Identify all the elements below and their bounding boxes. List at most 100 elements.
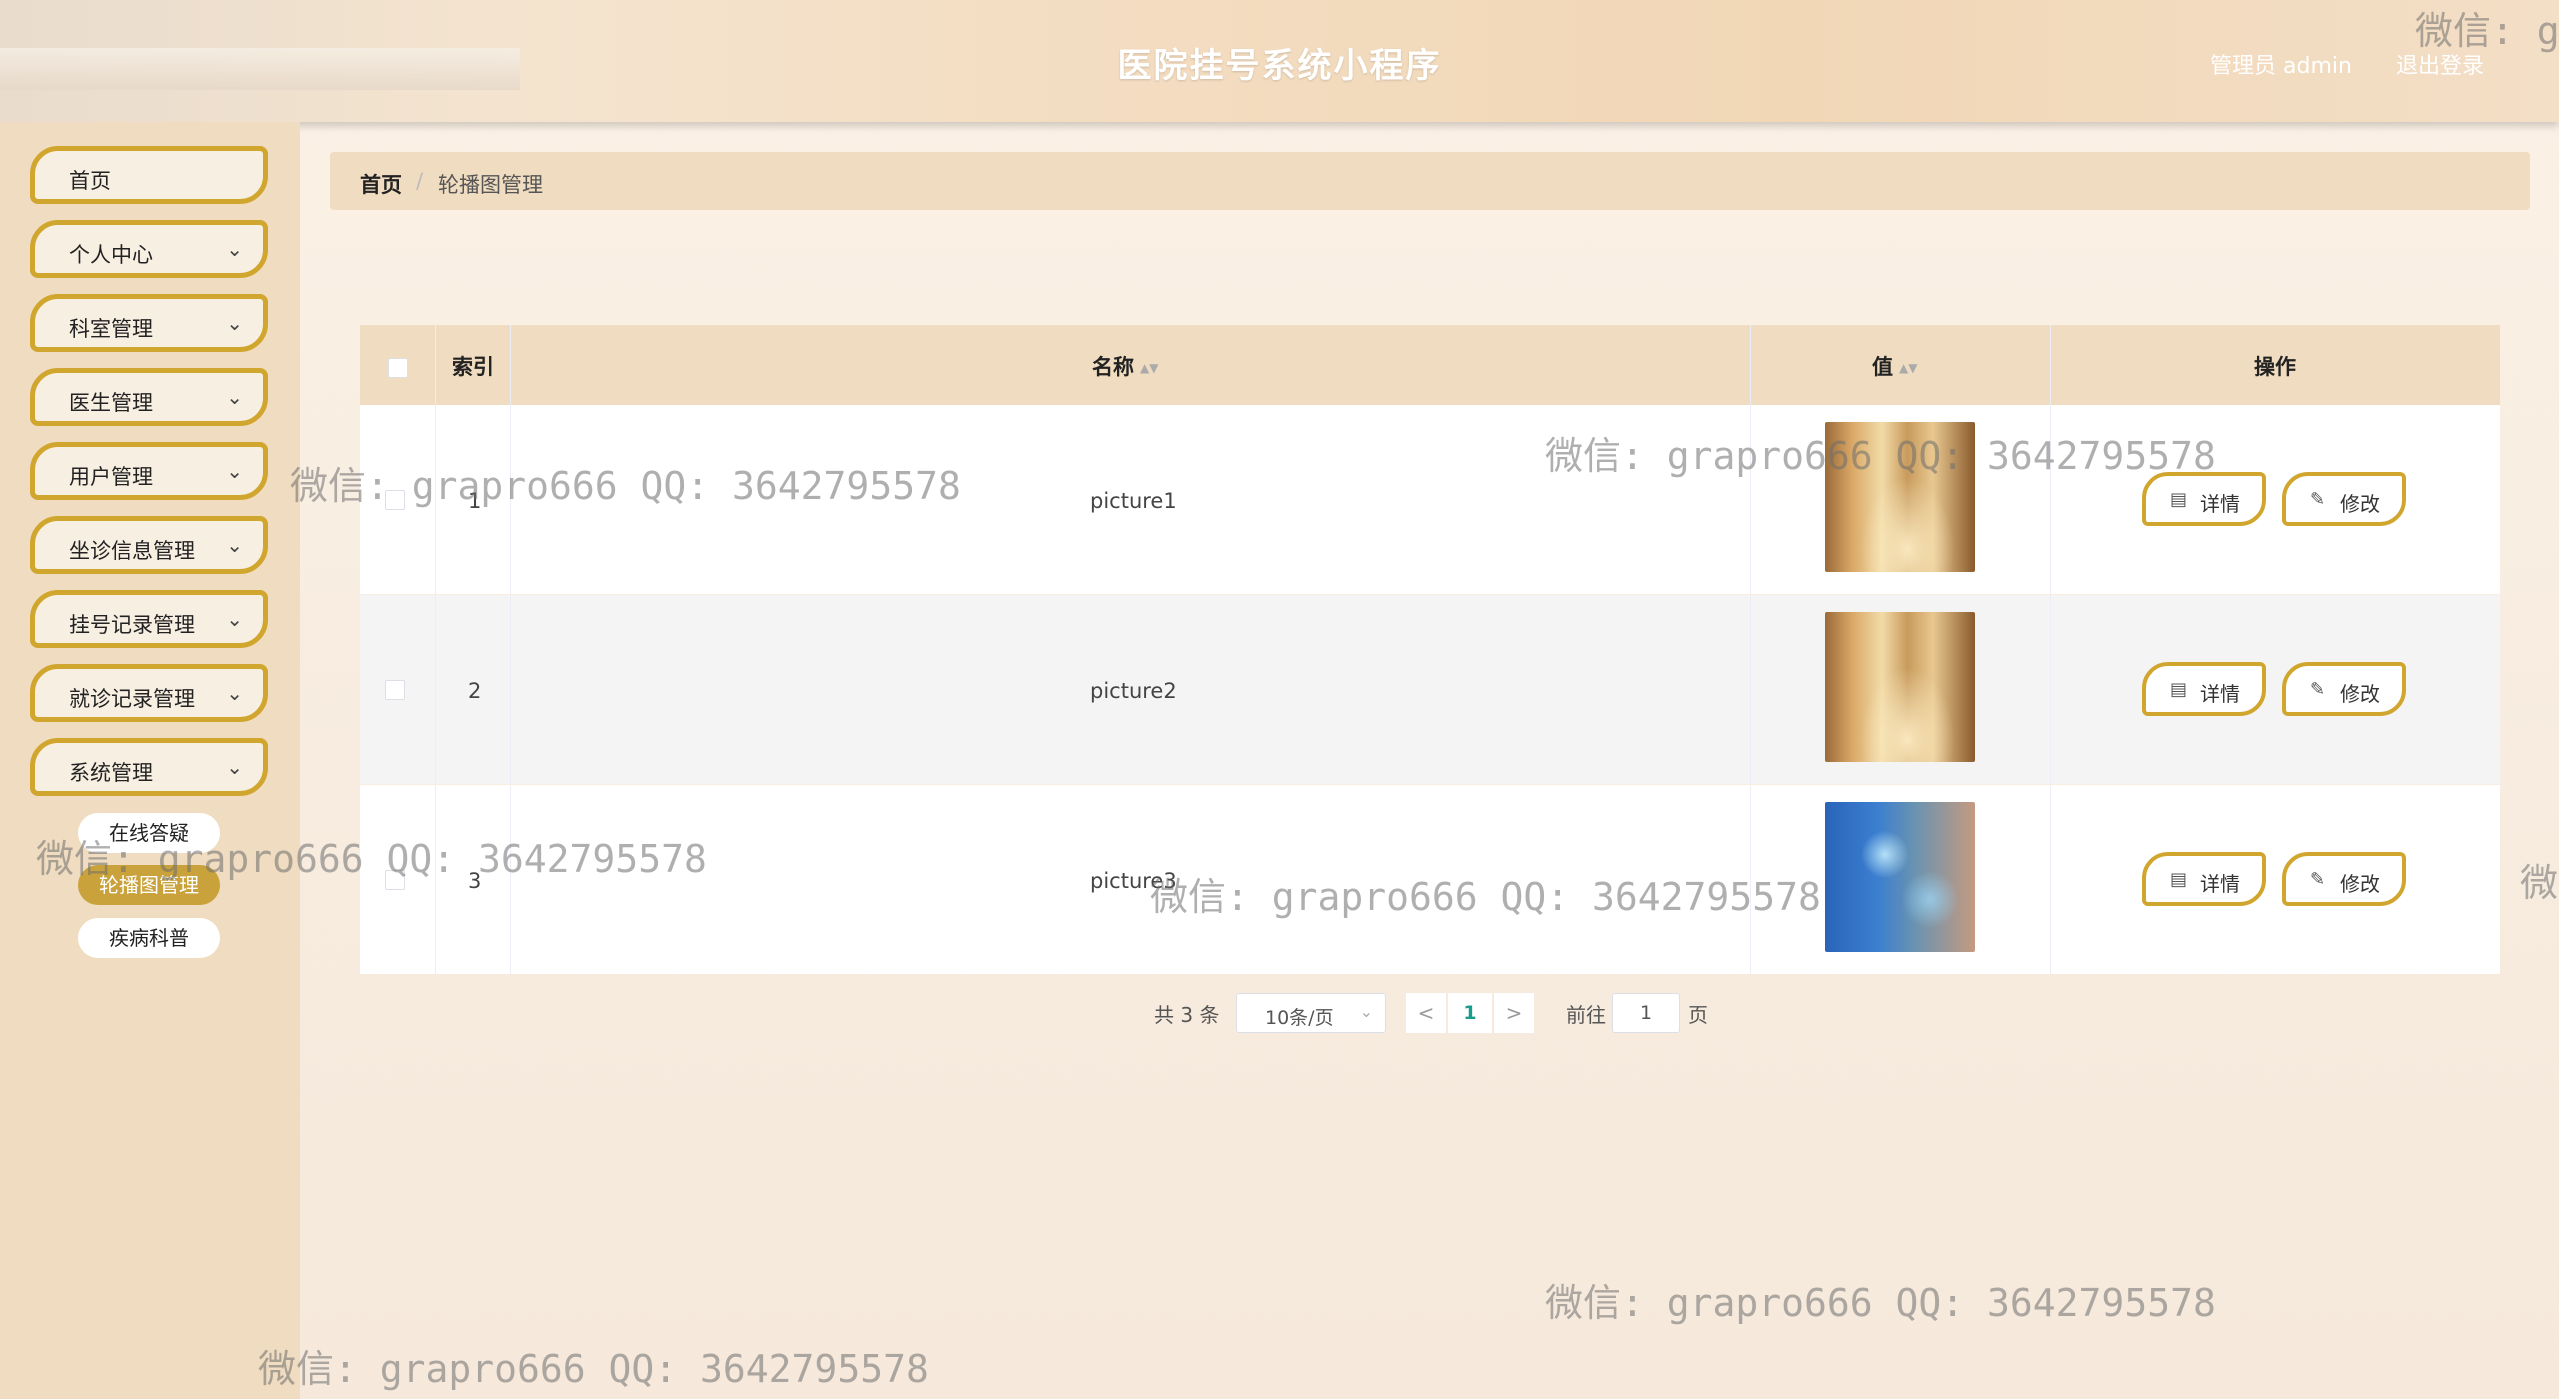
sidebar-item-consultations[interactable]: 坐诊信息管理 ⌄ <box>30 516 268 574</box>
sidebar-item-doctors[interactable]: 医生管理 ⌄ <box>30 368 268 426</box>
breadcrumb: 首页 / 轮播图管理 <box>330 152 2530 210</box>
sidebar-item-label: 医生管理 <box>69 391 153 415</box>
pagination-total: 共 3 条 <box>1154 1003 1220 1027</box>
column-divider <box>435 325 436 405</box>
chevron-down-icon: ⌄ <box>226 681 243 705</box>
column-divider <box>510 325 511 405</box>
sidebar-item-label: 坐诊信息管理 <box>69 539 195 563</box>
column-divider <box>1750 405 1751 594</box>
sidebar-item-label: 个人中心 <box>69 243 153 267</box>
sidebar-item-label: 科室管理 <box>69 317 153 341</box>
cell-name: picture3 <box>1090 869 1177 893</box>
breadcrumb-separator: / <box>416 169 424 193</box>
chevron-down-icon: ⌄ <box>226 533 243 557</box>
row-checkbox[interactable] <box>385 490 405 510</box>
column-divider <box>1750 595 1751 784</box>
column-header-index: 索引 <box>452 355 494 379</box>
goto-label: 前往 <box>1566 1003 1606 1027</box>
column-divider <box>435 595 436 784</box>
cell-name: picture1 <box>1090 489 1177 513</box>
page-number-current[interactable]: 1 <box>1448 993 1492 1033</box>
sidebar-item-label: 首页 <box>69 169 111 193</box>
cell-index: 2 <box>468 679 482 703</box>
column-header-name[interactable]: 名称 ▲▼ <box>1092 351 1158 381</box>
pencil-icon: ✎ <box>2310 869 2326 890</box>
column-divider <box>2050 325 2051 405</box>
column-divider <box>435 405 436 594</box>
sidebar-item-visits[interactable]: 就诊记录管理 ⌄ <box>30 664 268 722</box>
goto-page-input[interactable]: 1 <box>1612 993 1680 1033</box>
top-header: 医院挂号系统小程序 管理员 admin 退出登录 <box>0 0 2559 122</box>
watermark-text: 微 <box>2520 861 2559 905</box>
column-divider <box>1750 325 1751 405</box>
detail-button[interactable]: ▤ 详情 <box>2142 662 2266 716</box>
prev-page-button[interactable]: < <box>1406 993 1446 1033</box>
column-header-value[interactable]: 值 ▲▼ <box>1872 351 1917 381</box>
watermark-text: 微信: grapro666 QQ: 3642795578 <box>1545 1281 2216 1325</box>
sidebar-subitem-online-qa[interactable]: 在线答疑 <box>78 813 220 853</box>
column-divider <box>510 785 511 974</box>
button-label: 详情 <box>2200 682 2240 706</box>
sidebar-item-label: 系统管理 <box>69 761 153 785</box>
select-all-checkbox[interactable] <box>388 358 408 378</box>
carousel-thumbnail <box>1825 802 1975 952</box>
document-icon: ▤ <box>2170 679 2188 700</box>
column-divider <box>2050 785 2051 974</box>
sidebar-item-home[interactable]: 首页 <box>30 146 268 204</box>
column-divider <box>510 405 511 594</box>
cell-name: picture2 <box>1090 679 1177 703</box>
sidebar: 首页 个人中心 ⌄ 科室管理 ⌄ 医生管理 ⌄ 用户管理 ⌄ 坐诊信息管理 ⌄ … <box>0 122 300 1399</box>
column-divider <box>435 785 436 974</box>
chevron-down-icon: ⌄ <box>226 459 243 483</box>
chevron-down-icon: ⌄ <box>226 607 243 631</box>
column-divider <box>510 595 511 784</box>
button-label: 修改 <box>2340 682 2380 706</box>
column-header-actions: 操作 <box>2254 355 2296 379</box>
admin-user-label: 管理员 admin <box>2210 54 2352 79</box>
next-page-button[interactable]: > <box>1494 993 1534 1033</box>
sidebar-item-registrations[interactable]: 挂号记录管理 ⌄ <box>30 590 268 648</box>
column-header-label: 名称 <box>1092 355 1134 379</box>
sidebar-item-system[interactable]: 系统管理 ⌄ <box>30 738 268 796</box>
table-row: 2 picture2 ▤ 详情 ✎ 修改 <box>360 595 2500 784</box>
detail-button[interactable]: ▤ 详情 <box>2142 472 2266 526</box>
column-divider <box>2050 405 2051 594</box>
edit-button[interactable]: ✎ 修改 <box>2282 662 2406 716</box>
sidebar-subitem-disease-info[interactable]: 疾病科普 <box>78 918 220 958</box>
row-checkbox[interactable] <box>385 680 405 700</box>
edit-button[interactable]: ✎ 修改 <box>2282 852 2406 906</box>
sidebar-item-departments[interactable]: 科室管理 ⌄ <box>30 294 268 352</box>
cell-index: 3 <box>468 869 482 893</box>
sort-icon[interactable]: ▲▼ <box>1899 361 1917 375</box>
cell-index: 1 <box>468 489 482 513</box>
sidebar-item-personal-center[interactable]: 个人中心 ⌄ <box>30 220 268 278</box>
pencil-icon: ✎ <box>2310 489 2326 510</box>
document-icon: ▤ <box>2170 489 2188 510</box>
table-row: 3 picture3 ▤ 详情 ✎ 修改 <box>360 785 2500 974</box>
pencil-icon: ✎ <box>2310 679 2326 700</box>
sort-icon[interactable]: ▲▼ <box>1140 361 1158 375</box>
sidebar-subitem-carousel[interactable]: 轮播图管理 <box>78 865 220 905</box>
detail-button[interactable]: ▤ 详情 <box>2142 852 2266 906</box>
app-title: 医院挂号系统小程序 <box>1117 46 1442 86</box>
button-label: 修改 <box>2340 872 2380 896</box>
carousel-thumbnail <box>1825 612 1975 762</box>
column-header-label: 值 <box>1872 355 1893 379</box>
table-header: 索引 名称 ▲▼ 值 ▲▼ 操作 <box>360 325 2500 405</box>
carousel-thumbnail <box>1825 422 1975 572</box>
page-size-select[interactable]: 10条/页 ⌄ <box>1236 993 1386 1033</box>
edit-button[interactable]: ✎ 修改 <box>2282 472 2406 526</box>
breadcrumb-current: 轮播图管理 <box>438 173 543 197</box>
goto-suffix: 页 <box>1688 1003 1708 1027</box>
button-label: 修改 <box>2340 492 2380 516</box>
button-label: 详情 <box>2200 872 2240 896</box>
chevron-down-icon: ⌄ <box>226 385 243 409</box>
sidebar-item-label: 就诊记录管理 <box>69 687 195 711</box>
logout-link[interactable]: 退出登录 <box>2396 48 2484 80</box>
watermark-text: 微信: grapro666 QQ: 3642795578 <box>258 1347 929 1391</box>
chevron-down-icon: ⌄ <box>226 237 243 261</box>
sidebar-item-label: 挂号记录管理 <box>69 613 195 637</box>
row-checkbox[interactable] <box>385 870 405 890</box>
sidebar-item-users[interactable]: 用户管理 ⌄ <box>30 442 268 500</box>
breadcrumb-home[interactable]: 首页 <box>360 169 402 199</box>
